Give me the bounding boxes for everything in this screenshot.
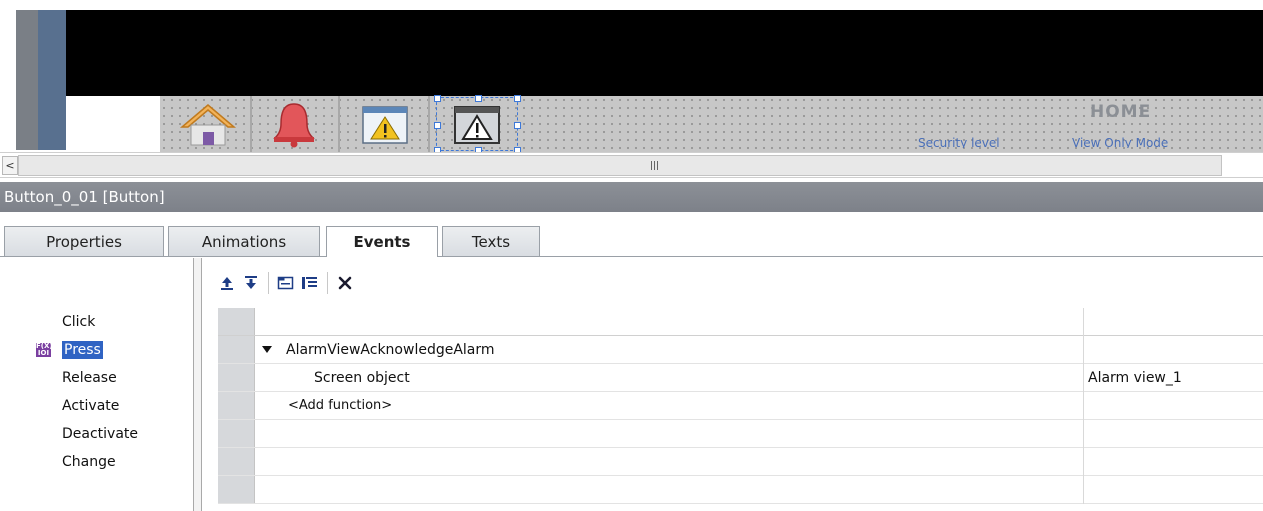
expand-all-button[interactable] <box>275 272 297 294</box>
grid-row-empty <box>218 448 1263 476</box>
toolbar-separator <box>327 272 328 294</box>
row-header <box>218 476 255 503</box>
selection-handle[interactable] <box>475 95 482 102</box>
scroll-left-button[interactable]: < <box>2 156 18 175</box>
event-list: Click F(X) IOI Press Release Activate Dea… <box>0 258 200 511</box>
preview-left-stripe <box>16 10 38 150</box>
row-header <box>218 308 255 335</box>
event-label: Change <box>62 454 116 470</box>
tab-underline <box>0 256 1263 257</box>
scroll-grip-icon <box>651 161 659 170</box>
column-divider <box>1083 476 1084 504</box>
alarm-view-button[interactable] <box>344 98 426 150</box>
grid-row-empty <box>218 420 1263 448</box>
function-name: AlarmViewAcknowledgeAlarm <box>286 342 495 358</box>
selection-handle[interactable] <box>514 122 521 129</box>
view-mode-label: View Only Mode <box>1072 136 1169 148</box>
collapse-all-button[interactable] <box>299 272 321 294</box>
column-divider <box>1083 392 1084 420</box>
event-item-release[interactable]: Release <box>0 364 192 392</box>
security-level-label: Security level <box>918 136 1000 148</box>
move-down-button[interactable] <box>240 272 262 294</box>
grid-row-empty <box>218 476 1263 504</box>
preview-header-area <box>66 10 1263 96</box>
event-label: Activate <box>62 398 120 414</box>
bell-icon <box>273 103 315 148</box>
event-label: Release <box>62 370 117 386</box>
preview-blue-stripe <box>38 10 66 150</box>
move-up-icon <box>221 277 233 290</box>
grid-row-parameter[interactable]: Screen object Alarm view_1 <box>218 364 1263 392</box>
move-down-icon <box>245 276 257 289</box>
function-list-icon: F(X) IOI <box>36 342 53 357</box>
event-list-header <box>0 258 192 308</box>
tab-events[interactable]: Events <box>326 226 438 257</box>
row-header <box>218 448 255 475</box>
event-label: Deactivate <box>62 426 139 442</box>
row-header[interactable] <box>218 336 255 363</box>
function-list-grid: AlarmViewAcknowledgeAlarm Screen object … <box>218 308 1263 511</box>
column-divider <box>1083 420 1084 448</box>
event-item-press[interactable]: F(X) IOI Press <box>0 336 192 364</box>
nav-separator <box>338 96 340 152</box>
parameter-name: Screen object <box>314 370 410 386</box>
parameter-value[interactable]: Alarm view_1 <box>1088 364 1182 392</box>
selection-handle[interactable] <box>434 95 441 102</box>
expand-all-icon <box>277 276 294 290</box>
add-function-cell[interactable]: <Add function> <box>288 392 392 420</box>
toolbar-separator <box>268 272 269 294</box>
home-icon <box>179 104 237 146</box>
function-list-toolbar <box>216 268 356 298</box>
row-header <box>218 420 255 447</box>
tab-animations[interactable]: Animations <box>168 226 320 256</box>
inspector-title: Button_0_01 [Button] <box>0 182 1263 212</box>
scroll-thumb[interactable] <box>18 155 1222 176</box>
event-item-change[interactable]: Change <box>0 448 192 476</box>
inspector-tabs: Properties Animations Events Texts <box>0 214 1263 258</box>
event-item-activate[interactable]: Activate <box>0 392 192 420</box>
collapse-all-icon <box>302 277 317 289</box>
delete-icon <box>338 276 352 290</box>
tab-properties[interactable]: Properties <box>4 226 164 256</box>
nav-separator <box>428 96 430 152</box>
event-item-deactivate[interactable]: Deactivate <box>0 420 192 448</box>
home-button[interactable] <box>168 98 248 150</box>
move-up-button[interactable] <box>216 272 238 294</box>
row-header[interactable] <box>218 364 255 391</box>
grid-row-function[interactable]: AlarmViewAcknowledgeAlarm <box>218 336 1263 364</box>
column-divider[interactable] <box>1083 308 1084 336</box>
warning-window-icon <box>362 106 408 144</box>
grid-header-row <box>218 308 1263 336</box>
grid-row-add-function[interactable]: <Add function> <box>218 392 1263 420</box>
alarm-bell-button[interactable] <box>254 98 334 150</box>
event-item-click[interactable]: Click <box>0 308 192 336</box>
selection-handle[interactable] <box>514 95 521 102</box>
panel-splitter[interactable] <box>193 258 202 511</box>
event-label: Click <box>62 314 96 330</box>
event-label: Press <box>62 341 103 359</box>
horizontal-scrollbar[interactable]: < <box>0 152 1263 178</box>
row-header[interactable] <box>218 392 255 419</box>
preview-nav-bar: HOME Security level View Only Mode <box>160 95 1263 154</box>
delete-button[interactable] <box>334 272 356 294</box>
acknowledge-warning-icon <box>454 106 500 144</box>
selection-handle[interactable] <box>434 122 441 129</box>
column-divider <box>1083 448 1084 476</box>
acknowledge-button-selected[interactable] <box>434 95 521 154</box>
screen-preview: HOME Security level View Only Mode < <box>0 0 1263 180</box>
column-divider <box>1083 364 1084 392</box>
screen-name-label: HOME <box>1090 102 1152 122</box>
tab-texts[interactable]: Texts <box>442 226 540 256</box>
column-divider <box>1083 336 1084 364</box>
nav-separator <box>250 96 252 152</box>
expand-triangle-icon[interactable] <box>262 346 272 354</box>
